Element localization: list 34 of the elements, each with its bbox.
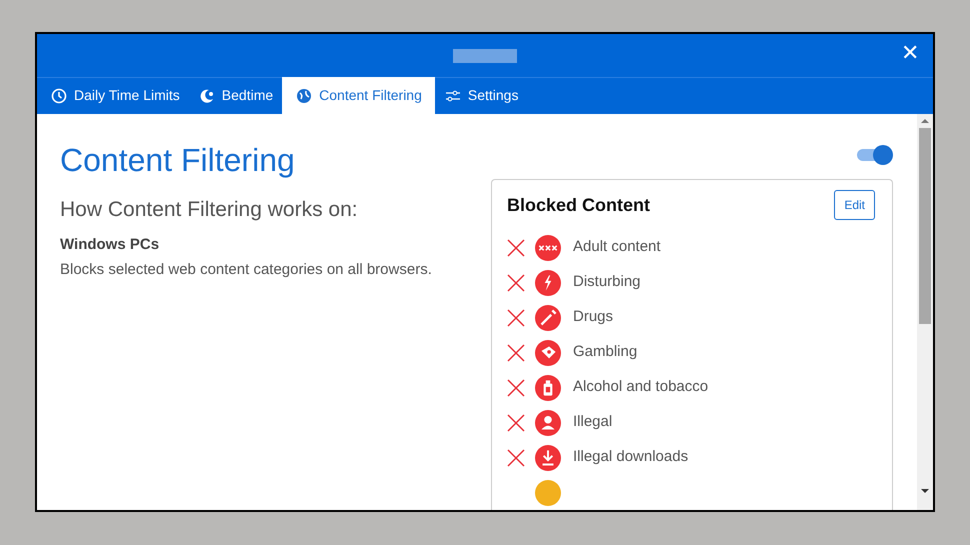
page-heading: Content Filtering — [60, 141, 296, 180]
globe-icon — [295, 86, 314, 104]
clock-icon — [50, 86, 68, 104]
category-label: Illegal — [573, 412, 612, 432]
x-mark-icon — [507, 448, 525, 466]
category-label: Gambling — [573, 342, 638, 362]
x-mark-icon — [507, 344, 525, 362]
scrollbar[interactable] — [917, 114, 933, 510]
section-subheading: How Content Filtering works on: — [60, 197, 359, 223]
category-label: Adult content — [573, 237, 661, 258]
scroll-up-icon[interactable] — [921, 118, 929, 124]
category-label: Disturbing — [573, 272, 641, 292]
tab[interactable]: Content Filtering — [282, 77, 435, 114]
card-title: Blocked Content — [507, 194, 650, 216]
toggle-switch[interactable] — [857, 145, 893, 165]
category-label: Alcohol and tobacco — [573, 377, 708, 398]
category-label: Illegal downloads — [573, 447, 688, 468]
x-mark-icon — [507, 414, 525, 432]
tab[interactable]: Daily Time Limits — [41, 77, 189, 114]
edit-button[interactable]: Edit — [834, 190, 875, 220]
tab[interactable]: Bedtime — [188, 77, 282, 114]
x-mark-icon — [507, 308, 525, 326]
scroll-down-icon[interactable] — [921, 488, 929, 494]
x-mark-icon — [507, 238, 525, 256]
x-mark-icon — [507, 378, 525, 396]
description-text: Blocks selected web content categories on all browsers. — [60, 260, 433, 280]
x-mark-icon — [507, 274, 525, 292]
platform-label: Windows PCs — [60, 235, 160, 255]
scrollbar-thumb[interactable] — [919, 128, 931, 324]
moon-icon — [198, 86, 216, 104]
redacted-title — [453, 48, 517, 62]
category-label: Drugs — [573, 307, 614, 328]
tab[interactable]: Settings — [434, 77, 528, 114]
close-button[interactable]: ✕ — [897, 42, 923, 64]
